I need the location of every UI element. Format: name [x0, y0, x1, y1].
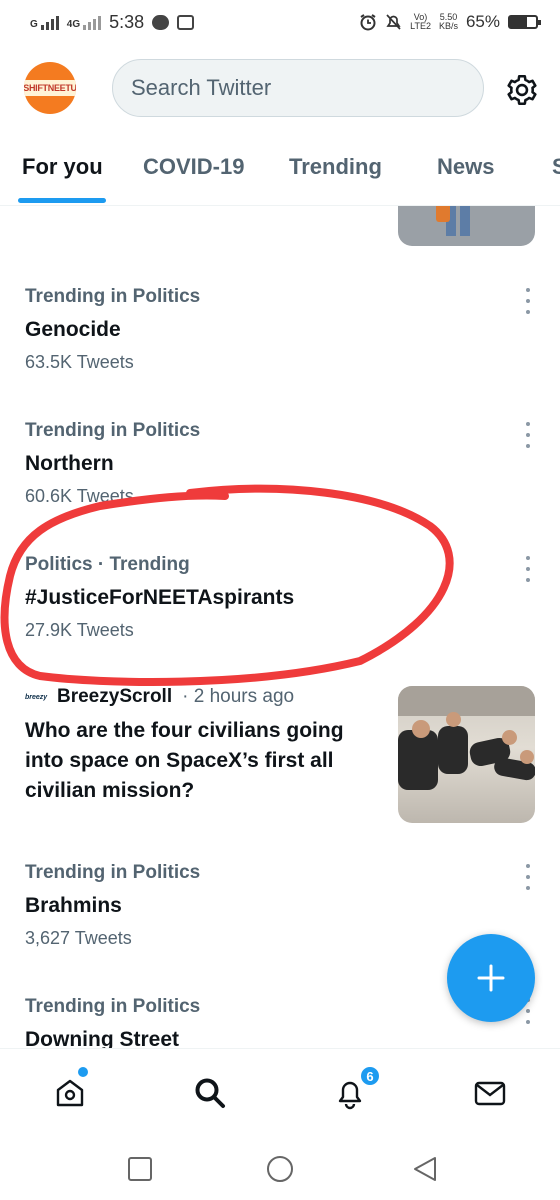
active-tab-indicator	[18, 198, 106, 203]
trend-name: Genocide	[25, 318, 121, 341]
trend-meta: Trending in Politics	[25, 420, 201, 441]
mute-icon	[386, 14, 401, 30]
more-options-icon[interactable]	[522, 556, 534, 582]
home-icon	[56, 1079, 84, 1107]
news-source-logo: breezy	[25, 693, 48, 701]
battery-percent: 65%	[465, 12, 500, 31]
volte-indicator: Vo) LTE2	[410, 12, 431, 31]
mail-notification-icon	[177, 14, 195, 30]
status-left: G 4G 5:38	[30, 11, 195, 33]
trend-meta: Trending in Politics	[25, 862, 201, 883]
system-home-button[interactable]	[265, 1154, 295, 1184]
signal-icon-1: G	[30, 14, 59, 30]
trend-count: 63.5K Tweets	[25, 352, 134, 372]
circle-icon	[267, 1156, 293, 1182]
trend-name: Northern	[25, 452, 114, 475]
envelope-icon	[474, 1081, 506, 1106]
app-header: SHIFTNEETU	[0, 56, 560, 118]
previous-item-thumbnail[interactable]	[398, 206, 535, 246]
trend-count: 60.6K Tweets	[25, 486, 134, 506]
back-triangle-icon	[414, 1157, 436, 1181]
bottom-navigation: 6	[0, 1048, 560, 1134]
tab-for-you[interactable]: For you	[22, 154, 103, 180]
avatar-text: SHIFTNEETU	[24, 80, 76, 96]
tab-trending[interactable]: Trending	[289, 154, 382, 180]
net-label-1: G	[30, 19, 38, 30]
trend-meta: Politics · Trending	[25, 554, 190, 575]
trend-item[interactable]: Trending in Politics Genocide 63.5K Twee…	[25, 286, 525, 373]
trend-name: Brahmins	[25, 894, 122, 917]
status-bar: G 4G 5:38 Vo) LTE2 5.50 KB/s 65%	[0, 0, 560, 44]
recent-apps-button[interactable]	[125, 1154, 155, 1184]
net-label-2: 4G	[66, 19, 81, 30]
status-right: Vo) LTE2 5.50 KB/s 65%	[359, 12, 541, 32]
trend-item[interactable]: Trending in Politics Northern 60.6K Twee…	[25, 420, 525, 507]
search-input[interactable]	[131, 75, 483, 101]
search-icon	[195, 1078, 225, 1108]
trend-item[interactable]: Politics · Trending #JusticeForNEETAspir…	[25, 554, 525, 641]
battery-icon	[508, 15, 541, 29]
nav-home-button[interactable]	[48, 1071, 92, 1115]
profile-avatar[interactable]: SHIFTNEETU	[24, 62, 76, 114]
trend-count: 27.9K Tweets	[25, 620, 134, 640]
trend-name: Downing Street	[25, 1028, 180, 1048]
signal-icon-2: 4G	[66, 14, 102, 30]
system-back-button[interactable]	[410, 1154, 440, 1184]
search-bar[interactable]	[112, 59, 484, 117]
nav-search-button[interactable]	[188, 1071, 232, 1115]
news-thumbnail[interactable]	[398, 686, 535, 823]
alarm-icon	[360, 14, 376, 31]
status-time: 5:38	[109, 11, 145, 32]
explore-tabs: For you COVID-19 Trending News S	[0, 134, 560, 206]
trend-item[interactable]: Trending in Politics Downing Street	[25, 996, 525, 1048]
more-options-icon[interactable]	[522, 288, 534, 314]
news-source-name: BreezyScroll	[57, 686, 173, 707]
more-options-icon[interactable]	[522, 422, 534, 448]
trend-count: 3,627 Tweets	[25, 928, 132, 948]
message-notification-icon	[152, 14, 170, 30]
gear-icon	[507, 74, 537, 106]
system-navigation-bar	[0, 1134, 560, 1200]
tab-covid-19[interactable]: COVID-19	[143, 154, 244, 180]
nav-messages-button[interactable]	[468, 1071, 512, 1115]
trend-name: #JusticeForNEETAspirants	[25, 586, 295, 609]
compose-tweet-button[interactable]	[447, 934, 535, 1022]
trend-meta: Trending in Politics	[25, 996, 201, 1017]
notifications-badge: 6	[359, 1065, 381, 1087]
news-headline: Who are the four civilians going into sp…	[25, 719, 344, 802]
settings-button[interactable]	[500, 68, 544, 112]
home-unread-dot	[78, 1067, 88, 1077]
tab-news[interactable]: News	[437, 154, 494, 180]
plus-icon	[477, 964, 505, 992]
trend-meta: Trending in Politics	[25, 286, 201, 307]
more-options-icon[interactable]	[522, 864, 534, 890]
news-timestamp: · 2 hours ago	[182, 686, 295, 707]
square-icon	[128, 1157, 152, 1181]
news-source-row: breezy BreezyScroll · 2 hours ago	[25, 684, 385, 710]
explore-feed[interactable]: Trending in Politics Genocide 63.5K Twee…	[0, 206, 560, 1048]
trend-item[interactable]: Trending in Politics Brahmins 3,627 Twee…	[25, 862, 525, 949]
speed-indicator: 5.50 KB/s	[438, 12, 458, 31]
news-item[interactable]: breezy BreezyScroll · 2 hours ago Who ar…	[25, 684, 385, 806]
tab-sports-partial[interactable]: S	[552, 154, 560, 180]
